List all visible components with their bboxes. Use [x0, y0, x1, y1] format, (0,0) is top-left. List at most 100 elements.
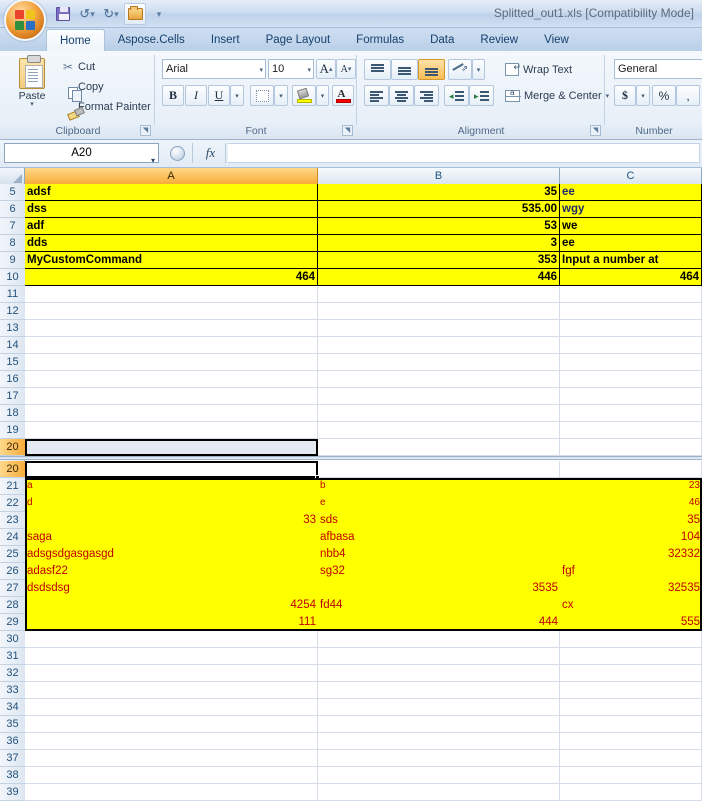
cell-B8[interactable]: 3	[318, 235, 560, 252]
row-header-5[interactable]: 5	[0, 184, 25, 201]
ribbon-tab-home[interactable]: Home	[46, 29, 105, 51]
cell-B35[interactable]	[318, 716, 560, 733]
cell-C11[interactable]	[560, 286, 702, 303]
formula-bar-buttons[interactable]	[163, 143, 193, 163]
cell-A23[interactable]: 33	[25, 512, 318, 529]
row-header-20[interactable]: 20	[0, 461, 25, 478]
fill-color-button[interactable]	[292, 85, 316, 106]
row-header-19[interactable]: 19	[0, 422, 25, 439]
cell-C9[interactable]: Input a number at	[560, 252, 702, 269]
cell-B12[interactable]	[318, 303, 560, 320]
cell-A39[interactable]	[25, 784, 318, 801]
cell-A28[interactable]: 4254	[25, 597, 318, 614]
cell-B15[interactable]	[318, 354, 560, 371]
cell-A22[interactable]: d	[25, 495, 318, 512]
cell-A14[interactable]	[25, 337, 318, 354]
align-right-button[interactable]	[414, 85, 439, 106]
cell-C24[interactable]: 104	[560, 529, 702, 546]
paste-button[interactable]: Paste ▾	[10, 55, 54, 118]
row-header-8[interactable]: 8	[0, 235, 25, 252]
copy-button[interactable]: Copy	[58, 77, 104, 96]
cell-C16[interactable]	[560, 371, 702, 388]
merge-center-button[interactable]: Merge & Center ▾	[504, 85, 610, 106]
row-header-24[interactable]: 24	[0, 529, 25, 546]
cell-C20[interactable]	[560, 439, 702, 456]
cell-A6[interactable]: dss	[25, 201, 318, 218]
font-color-button[interactable]: A	[332, 85, 354, 106]
cell-B26[interactable]: sg32	[318, 563, 560, 580]
cell-C19[interactable]	[560, 422, 702, 439]
cell-B36[interactable]	[318, 733, 560, 750]
format-painter-button[interactable]: Format Painter	[58, 97, 151, 116]
cell-C12[interactable]	[560, 303, 702, 320]
cell-B34[interactable]	[318, 699, 560, 716]
row-header-38[interactable]: 38	[0, 767, 25, 784]
cell-B37[interactable]	[318, 750, 560, 767]
cell-B21[interactable]: b	[318, 478, 560, 495]
column-header-B[interactable]: B	[318, 168, 560, 184]
row-header-33[interactable]: 33	[0, 682, 25, 699]
fill-color-dropdown[interactable]: ▾	[316, 85, 329, 106]
cell-A15[interactable]	[25, 354, 318, 371]
open-button[interactable]	[124, 3, 146, 25]
cell-B28[interactable]: fd44	[318, 597, 560, 614]
cell-B10[interactable]: 446	[318, 269, 560, 286]
name-box[interactable]: A20 ▾	[4, 143, 159, 165]
cell-A37[interactable]	[25, 750, 318, 767]
ribbon-tab-insert[interactable]: Insert	[198, 28, 253, 51]
cell-B19[interactable]	[318, 422, 560, 439]
cell-C34[interactable]	[560, 699, 702, 716]
row-header-22[interactable]: 22	[0, 495, 25, 512]
row-header-10[interactable]: 10	[0, 269, 25, 286]
cell-C39[interactable]	[560, 784, 702, 801]
grow-font-button[interactable]: A ▴	[316, 59, 336, 79]
cell-C32[interactable]	[560, 665, 702, 682]
shrink-font-button[interactable]: A ▾	[336, 59, 356, 79]
wrap-text-button[interactable]: Wrap Text	[504, 59, 573, 80]
cell-C36[interactable]	[560, 733, 702, 750]
cell-B9[interactable]: 353	[318, 252, 560, 269]
cell-A12[interactable]	[25, 303, 318, 320]
cell-C18[interactable]	[560, 405, 702, 422]
cell-B32[interactable]	[318, 665, 560, 682]
row-header-34[interactable]: 34	[0, 699, 25, 716]
cell-C38[interactable]	[560, 767, 702, 784]
cell-A17[interactable]	[25, 388, 318, 405]
cell-B17[interactable]	[318, 388, 560, 405]
cell-C33[interactable]	[560, 682, 702, 699]
row-header-30[interactable]: 30	[0, 631, 25, 648]
row-header-14[interactable]: 14	[0, 337, 25, 354]
cell-B13[interactable]	[318, 320, 560, 337]
orientation-dropdown[interactable]: ▾	[472, 59, 485, 80]
row-header-16[interactable]: 16	[0, 371, 25, 388]
percent-style-button[interactable]: %	[652, 85, 676, 106]
row-header-18[interactable]: 18	[0, 405, 25, 422]
cell-C23[interactable]: 35	[560, 512, 702, 529]
decrease-indent-button[interactable]: ◂	[444, 85, 469, 106]
row-header-35[interactable]: 35	[0, 716, 25, 733]
italic-button[interactable]: I	[185, 85, 207, 106]
cell-C8[interactable]: ee	[560, 235, 702, 252]
font-name-input[interactable]: Arial ▾	[162, 59, 266, 79]
row-header-23[interactable]: 23	[0, 512, 25, 529]
ribbon-tab-formulas[interactable]: Formulas	[343, 28, 417, 51]
pane-split-divider-rowhdr[interactable]	[0, 456, 25, 460]
cell-A26[interactable]: adasf22	[25, 563, 318, 580]
row-header-9[interactable]: 9	[0, 252, 25, 269]
row-header-7[interactable]: 7	[0, 218, 25, 235]
cell-C14[interactable]	[560, 337, 702, 354]
cell-C13[interactable]	[560, 320, 702, 337]
cell-B6[interactable]: 535.00	[318, 201, 560, 218]
cell-A9[interactable]: MyCustomCommand	[25, 252, 318, 269]
cell-C25[interactable]: 32332	[560, 546, 702, 563]
font-size-input[interactable]: 10 ▾	[268, 59, 314, 79]
cell-A21[interactable]: a	[25, 478, 318, 495]
office-button[interactable]	[4, 0, 46, 41]
clipboard-dialog-launcher[interactable]: ◥	[140, 125, 151, 136]
cell-A11[interactable]	[25, 286, 318, 303]
row-header-20[interactable]: 20	[0, 439, 25, 456]
save-button[interactable]	[52, 3, 74, 25]
comma-style-button[interactable]: ,	[676, 85, 700, 106]
formula-input[interactable]	[228, 143, 700, 163]
cell-A18[interactable]	[25, 405, 318, 422]
